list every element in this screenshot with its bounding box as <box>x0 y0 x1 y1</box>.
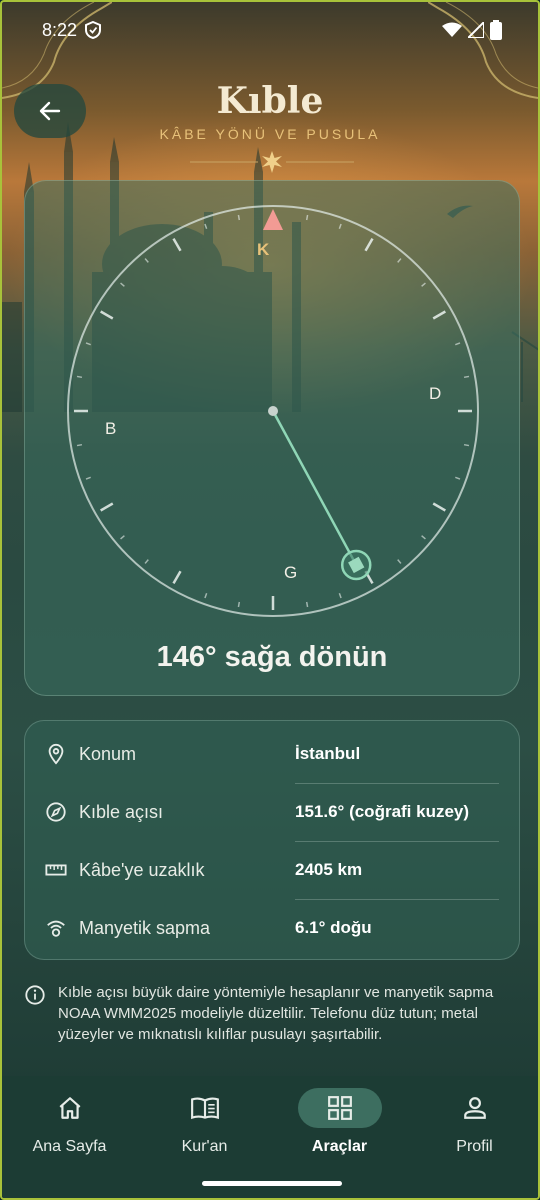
compass-tick <box>120 282 125 287</box>
compass-tick <box>85 342 91 346</box>
compass-card: K D G B 146° sağa dönün <box>24 180 520 696</box>
battery-icon <box>490 20 502 40</box>
nav-item-tools[interactable]: Araçlar <box>272 1076 407 1176</box>
wifi-icon <box>442 22 462 37</box>
bottom-navigation: Ana Sayfa Kur'an Araçlar Profil <box>2 1076 538 1198</box>
compass-tick <box>432 310 446 320</box>
star-ornament-icon <box>262 151 282 173</box>
compass-tick <box>421 535 426 540</box>
turn-instruction: 146° sağa dönün <box>156 641 388 673</box>
nav-item-quran[interactable]: Kur'an <box>137 1076 272 1176</box>
compass-tick <box>204 593 208 599</box>
compass-tick <box>204 223 208 229</box>
info-label: Konum <box>79 743 137 764</box>
nav-label: Araçlar <box>311 1138 368 1155</box>
compass-label-north: K <box>257 240 270 259</box>
compass-tick <box>76 443 83 447</box>
title-divider <box>190 151 354 173</box>
compass-label-east: D <box>429 384 441 403</box>
compass-tick <box>455 342 461 346</box>
ruler-icon <box>45 864 67 876</box>
nav-icon-container <box>163 1088 247 1128</box>
compass-tick <box>338 593 342 599</box>
info-row-distance: Kâbe'ye uzaklık 2405 km <box>25 841 519 899</box>
compass-tick <box>100 310 114 320</box>
compass-tick <box>120 535 125 540</box>
page-subtitle: KÂBE YÖNÜ VE PUSULA <box>159 126 381 142</box>
nav-icon-container <box>433 1088 517 1128</box>
screen: 8:22 Kıble KÂBE YÖNÜ VE PUSULA K D G B 1… <box>0 0 540 1200</box>
compass-tick <box>76 375 83 379</box>
compass-tick <box>463 443 470 447</box>
info-row-magnetic-declination: Manyetik sapma 6.1° doğu <box>25 899 519 957</box>
kaaba-marker <box>340 549 372 581</box>
compass-dial: K D G B <box>67 205 479 617</box>
compass-tick <box>463 375 470 379</box>
compass-tick <box>144 258 149 263</box>
compass-tick <box>397 258 402 263</box>
compass-tick <box>172 238 182 252</box>
north-marker-icon <box>263 209 283 230</box>
compass-tick <box>364 238 374 252</box>
book-icon <box>190 1097 219 1120</box>
compass-tick <box>397 559 402 564</box>
info-row-location: Konum İstanbul <box>25 725 519 783</box>
compass-tick <box>100 502 114 512</box>
compass-tick <box>338 223 342 229</box>
home-indicator[interactable] <box>202 1181 342 1186</box>
nav-label: Profil <box>456 1138 493 1155</box>
info-card: Konum İstanbul Kıble açısı 151.6° (coğra… <box>24 720 520 960</box>
magnetic-signal-icon <box>47 920 65 937</box>
info-label: Kâbe'ye uzaklık <box>79 859 205 880</box>
info-value: 2405 km <box>295 860 363 879</box>
person-icon <box>463 1097 486 1119</box>
status-right <box>442 20 502 40</box>
compass-tick <box>237 214 241 221</box>
info-value: İstanbul <box>295 744 361 763</box>
signal-icon <box>468 22 484 38</box>
status-time: 8:22 <box>42 19 78 40</box>
grid-icon <box>327 1096 352 1120</box>
nav-icon-container <box>28 1088 112 1128</box>
home-icon <box>59 1097 80 1119</box>
status-left: 8:22 <box>42 19 102 41</box>
compass-tick <box>172 570 182 584</box>
status-bar: 8:22 <box>42 16 502 44</box>
compass-icon <box>46 802 66 822</box>
info-value: 6.1° doğu <box>295 918 372 937</box>
shield-icon <box>85 21 102 39</box>
nav-label: Ana Sayfa <box>32 1138 107 1155</box>
compass-label-west: B <box>105 419 116 438</box>
page-title: Kıble <box>216 80 324 122</box>
qibla-needle <box>271 410 358 566</box>
info-row-qibla-angle: Kıble açısı 151.6° (coğrafi kuzey) <box>25 783 519 841</box>
note-text: Kıble açısı büyük daire yöntemiyle hesap… <box>58 984 494 1043</box>
compass-label-south: G <box>284 563 297 582</box>
nav-icon-container <box>297 1088 382 1128</box>
compass-tick <box>85 476 91 480</box>
compass-tick <box>237 601 241 608</box>
nav-item-home[interactable]: Ana Sayfa <box>2 1076 137 1176</box>
compass-tick <box>455 476 461 480</box>
compass-tick <box>421 282 426 287</box>
info-label: Kıble açısı <box>79 801 164 822</box>
info-label: Manyetik sapma <box>79 917 211 938</box>
compass-tick <box>305 601 309 608</box>
info-value: 151.6° (coğrafi kuzey) <box>295 802 470 821</box>
nav-label: Kur'an <box>181 1138 228 1155</box>
nav-item-profile[interactable]: Profil <box>407 1076 538 1176</box>
compass-tick <box>144 559 149 564</box>
info-icon <box>25 985 45 1005</box>
compass-tick <box>305 214 309 221</box>
compass-center <box>268 406 278 416</box>
location-pin-icon <box>48 743 64 765</box>
compass-tick <box>432 502 446 512</box>
